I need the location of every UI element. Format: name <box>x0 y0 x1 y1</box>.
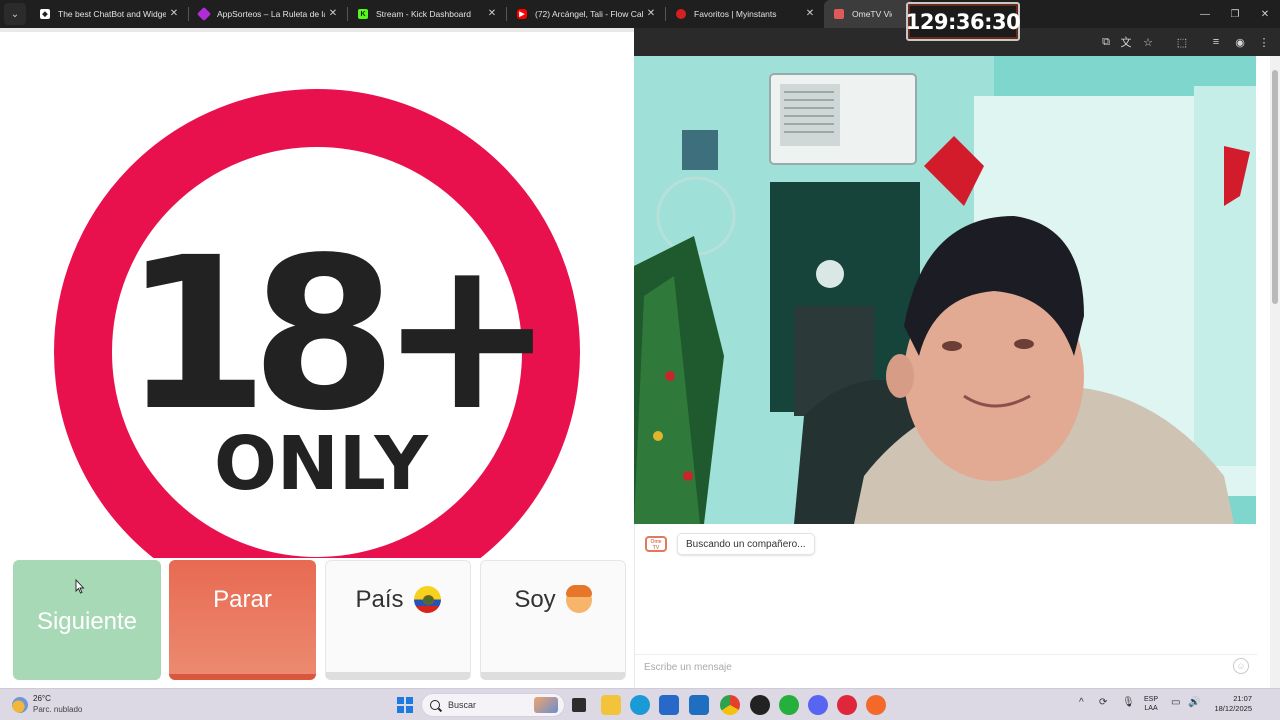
profile-avatar-icon[interactable]: ◉ <box>1232 34 1248 50</box>
partly-cloudy-icon <box>12 696 28 713</box>
kick-icon: K <box>358 9 368 19</box>
page-scrollbar[interactable] <box>1270 56 1280 688</box>
close-window-icon[interactable]: ✕ <box>1250 0 1280 28</box>
maximize-icon[interactable]: ❐ <box>1220 0 1250 28</box>
task-view-icon[interactable] <box>572 698 586 712</box>
bookmark-star-icon[interactable]: ☆ <box>1140 34 1156 50</box>
tab-chatbot[interactable]: ◆ The best ChatBot and Widgets ✕ <box>30 0 188 28</box>
translate-icon[interactable]: 文 <box>1118 34 1134 50</box>
tab-appsorteos[interactable]: AppSorteos – La Ruleta de la Su ✕ <box>189 0 347 28</box>
only-text: ONLY <box>214 421 429 507</box>
tab-title: Favoritos | Myinstants <box>694 9 777 19</box>
search-icon <box>430 700 440 710</box>
microsoft-store-icon[interactable] <box>659 695 679 715</box>
webcam-video <box>634 56 1256 524</box>
language-code: ESP <box>1144 696 1159 703</box>
status-message: Buscando un compañero... <box>677 533 815 555</box>
minimize-icon[interactable]: — <box>1190 0 1220 28</box>
chrome-icon[interactable] <box>720 695 740 715</box>
close-icon[interactable]: ✕ <box>804 8 816 20</box>
window-controls: — ❐ ✕ <box>1190 0 1280 28</box>
ometv-logo-icon: Ome TV <box>645 536 667 552</box>
system-clock[interactable]: 21:07 18/12/2025 <box>1208 694 1252 714</box>
discord-icon[interactable] <box>808 695 828 715</box>
weather-widget[interactable]: 26°C Parc. nublado <box>12 694 82 715</box>
opera-icon[interactable] <box>837 695 857 715</box>
message-input[interactable]: Escribe un mensaje <box>635 654 1257 680</box>
ecuador-flag-icon <box>413 586 441 613</box>
webcam-scene <box>634 56 1256 524</box>
search-highlight-icon <box>534 697 558 713</box>
volume-icon[interactable]: 🔊 <box>1188 697 1200 708</box>
mouse-cursor-icon <box>75 579 85 594</box>
chat-panel: Ome TV Buscando un compañero... Escribe … <box>634 524 1270 688</box>
outlook-icon[interactable] <box>689 695 709 715</box>
tab-ometv[interactable]: OmeTV Video Cha <box>824 0 914 28</box>
screen: ⌄ ◆ The best ChatBot and Widgets ✕ AppSo… <box>0 0 1280 720</box>
emoji-icon[interactable]: ☺ <box>1233 658 1249 674</box>
clock-time: 21:07 <box>1233 694 1252 703</box>
sync-icon[interactable]: ⟳ <box>1099 697 1107 708</box>
install-app-icon[interactable]: ⧉ <box>1098 34 1114 50</box>
whatsapp-icon[interactable] <box>779 695 799 715</box>
appsorteos-icon <box>196 6 212 22</box>
stream-timer: 129:36:30 <box>906 2 1021 41</box>
file-explorer-icon[interactable] <box>601 695 621 715</box>
tab-title: The best ChatBot and Widgets <box>58 9 166 19</box>
stop-button[interactable]: Parar <box>169 560 316 680</box>
display-icon[interactable]: ▭ <box>1171 697 1180 708</box>
tab-search-menu-button[interactable]: ⌄ <box>4 3 26 25</box>
country-button[interactable]: País <box>325 560 471 680</box>
windows-start-icon[interactable] <box>397 697 413 713</box>
next-button-label: Siguiente <box>36 608 138 635</box>
windows-taskbar: 26°C Parc. nublado Buscar ^ ⟳ 🎙 ESP LAA … <box>0 688 1280 720</box>
extensions-icon[interactable]: ⬚ <box>1174 34 1190 50</box>
tab-title: OmeTV Video Cha <box>852 9 892 19</box>
more-menu-icon[interactable]: ⋮ <box>1256 34 1272 50</box>
taskbar-search[interactable]: Buscar <box>421 693 565 717</box>
keyboard-layout: LAA <box>1144 705 1158 712</box>
show-hidden-icons[interactable]: ^ <box>1079 697 1084 708</box>
boy-emoji-icon <box>565 584 592 613</box>
age-warning-graphic: 18+ ONLY <box>54 89 580 560</box>
stop-button-label: Parar <box>213 586 272 613</box>
myinstants-icon <box>676 9 686 19</box>
close-icon[interactable]: ✕ <box>486 8 498 20</box>
close-icon[interactable]: ✕ <box>168 8 180 20</box>
tab-title: (72) Arcángel, Tali - Flow Cabrón <box>535 9 643 19</box>
close-icon[interactable]: ✕ <box>327 8 339 20</box>
browser-tab-strip: ⌄ ◆ The best ChatBot and Widgets ✕ AppSo… <box>0 0 1280 28</box>
age-warning-panel: 18+ ONLY <box>0 28 634 560</box>
close-icon[interactable]: ✕ <box>645 8 657 20</box>
tab-title: Stream - Kick Dashboard <box>376 9 471 19</box>
tab-youtube[interactable]: ▶ (72) Arcángel, Tali - Flow Cabrón ✕ <box>507 0 665 28</box>
country-button-label: País <box>355 585 404 613</box>
next-button[interactable]: Siguiente <box>13 560 161 680</box>
ometv-control-buttons: Siguiente Parar País Soy <box>0 558 634 688</box>
scrollbar-thumb[interactable] <box>1272 70 1278 304</box>
youtube-icon: ▶ <box>517 9 527 19</box>
gender-button[interactable]: Soy <box>480 560 626 680</box>
tab-title: AppSorteos – La Ruleta de la Su <box>217 9 325 19</box>
input-language[interactable]: ESP LAA <box>1144 695 1158 713</box>
tab-kick-dashboard[interactable]: K Stream - Kick Dashboard ✕ <box>348 0 506 28</box>
firefox-icon[interactable] <box>866 695 886 715</box>
weather-description: Parc. nublado <box>33 705 83 714</box>
reading-list-icon[interactable]: ≡ <box>1208 34 1224 50</box>
obs-icon[interactable] <box>750 695 770 715</box>
ometv-icon <box>834 9 844 19</box>
taskbar-search-placeholder: Buscar <box>448 700 477 710</box>
tab-myinstants[interactable]: Favoritos | Myinstants ✕ <box>666 0 824 28</box>
weather-temperature: 26°C <box>33 694 51 703</box>
edge-browser-icon[interactable] <box>630 695 650 715</box>
clock-date: 18/12/2025 <box>1214 704 1252 713</box>
gender-button-label: Soy <box>514 585 556 613</box>
diamond-icon: ◆ <box>40 9 50 19</box>
microphone-icon[interactable]: 🎙 <box>1122 697 1135 708</box>
